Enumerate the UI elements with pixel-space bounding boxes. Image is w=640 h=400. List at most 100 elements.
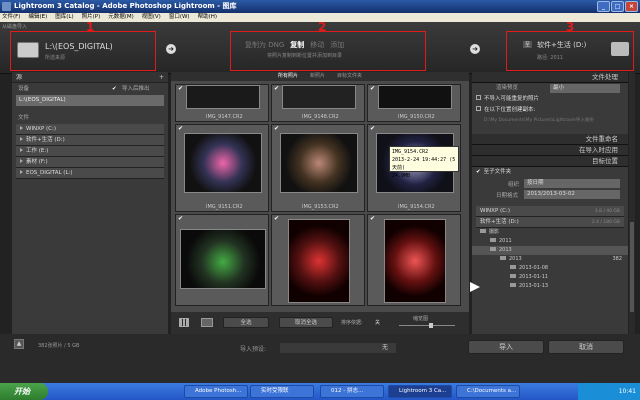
taskbar-item[interactable]: Adobe Photosh... [184,385,248,398]
photo-cell[interactable]: ✔ IMG_9153.CR2 [271,124,365,212]
photo-thumbnail[interactable] [184,133,262,193]
grid-view-icon[interactable] [179,318,189,327]
folder-tree-item[interactable]: 2013 382 [472,255,628,264]
apply-header[interactable]: 在导入时应用 [472,145,628,156]
menu-file[interactable]: 文件(F) [2,13,20,22]
photo-cell[interactable]: ✔ IMG_9150.CR2 [367,84,461,122]
photo-cell[interactable]: ✔ IMG_9151.CR2 [175,124,269,212]
drive-item[interactable]: 素材 (F:) [16,157,164,168]
photo-thumbnail[interactable] [280,133,358,193]
folder-label: 摄影 [489,229,500,235]
photo-checkbox[interactable]: ✔ [274,126,280,132]
loupe-view-icon[interactable] [201,318,213,327]
menu-help[interactable]: 帮助(H) [198,13,217,22]
drive-item[interactable]: WINXP (C:) [16,124,164,135]
mode-move[interactable]: 移动 [310,40,324,50]
import-button[interactable]: 导入 [468,340,544,354]
folder-tree-item[interactable]: 2011 [472,237,628,246]
taskbar-item[interactable]: 012 - 拼志... [320,385,384,398]
second-copy-row[interactable]: 在以下位置创建副本: [472,105,628,116]
menu-library[interactable]: 图库(L) [55,13,73,22]
mode-copy[interactable]: 复制 [290,40,304,50]
tab-new-photos[interactable]: 新照片 [310,72,325,81]
menu-metadata[interactable]: 元数据(M) [108,13,134,22]
photo-checkbox[interactable]: ✔ [178,126,184,132]
mode-dng[interactable]: 复制为 DNG [245,40,284,50]
dest-drive-item[interactable]: WINXP (C:) 3.8 / 40 GB [476,206,624,217]
photo-tooltip: IMG_9154.CR2 2013-2-24 19:44:27 (5 天前) 24.… [389,146,459,179]
tab-all-photos[interactable]: 所有照片 [278,72,298,81]
drive-item[interactable]: EOS_DIGITAL (L:) [16,168,164,179]
eos-device-item[interactable]: L:\(EOS_DIGITAL) [16,95,164,106]
folder-tree-item[interactable]: 2013 [472,246,628,255]
destination-header[interactable]: 目标位置 [472,156,628,167]
summary-text: 382张照片 / 5 GB [38,343,80,349]
mode-add[interactable]: 添加 [330,40,344,50]
minimize-button[interactable]: _ [597,1,610,12]
photo-checkbox[interactable]: ✔ [370,126,376,132]
photo-cell[interactable]: ✔ IMG_9147.CR2 [175,84,269,122]
photo-thumbnail[interactable] [288,219,350,303]
drive-item[interactable]: 工作 (E:) [16,146,164,157]
folder-tree-item[interactable]: 摄影 [472,228,628,237]
photo-filename: IMG_9151.CR2 [206,204,243,210]
photo-cell[interactable]: ✔ [175,214,269,306]
collapse-button[interactable]: ▲ [14,339,24,349]
photo-thumbnail[interactable] [186,85,260,109]
destination-box[interactable]: 至 软件+生活 (D:) 路径: 2011 [506,31,634,71]
drive-item[interactable]: 软件+生活 (D:) [16,135,164,146]
date-select[interactable]: 2013/2013-03-02 [524,190,620,199]
menu-window[interactable]: 窗口(W) [169,13,190,22]
arrow-right-icon: ➜ [166,44,176,54]
photo-cell[interactable]: ✔ [271,214,365,306]
check-all-button[interactable]: 全选 [223,317,269,328]
rename-header[interactable]: 文件重命名 [472,134,628,145]
photo-checkbox[interactable]: ✔ [274,86,280,92]
taskbar-item[interactable]: C:\Documents a... [456,385,520,398]
folder-tree-item[interactable]: 2013-01-08 [472,264,628,273]
folder-icon [510,274,516,278]
thumb-size-slider[interactable] [399,325,455,326]
mode-description: 将照片复制到新位置并添加到目录 [267,53,343,59]
maximize-button[interactable]: □ [611,1,624,12]
photo-thumbnail[interactable] [378,85,452,109]
photo-cell[interactable]: ✔ IMG_9148.CR2 [271,84,365,122]
slider-handle[interactable] [429,323,433,328]
photo-cell[interactable]: ✔ [367,214,461,306]
taskbar-item-active[interactable]: Lightroom 3 Ca... [388,385,452,398]
folder-tree-item[interactable]: 2013-01-13 [472,282,628,291]
photo-thumbnail[interactable] [180,229,266,289]
organize-select[interactable]: 按日期 [524,179,620,188]
menu-edit[interactable]: 编辑(E) [28,13,47,22]
menu-view[interactable]: 视图(V) [142,13,161,22]
uncheck-all-button[interactable]: 取消全选 [279,317,333,328]
folder-tree-item[interactable]: 2013-01-11 [472,273,628,282]
source-name: L:\(EOS_DIGITAL) [45,42,113,51]
photo-thumbnail[interactable] [282,85,356,109]
mode-box: 复制为 DNG 复制 移动 添加 将照片复制到新位置并添加到目录 [230,31,426,71]
taskbar-item[interactable]: 实时受限联 [250,385,314,398]
source-box[interactable]: L:\(EOS_DIGITAL) 所选来源 [10,31,156,71]
cancel-button[interactable]: 取消 [548,340,624,354]
tab-dest-folders[interactable]: 目标文件夹 [337,72,362,81]
date-label: 日期格式 [496,193,519,199]
file-handling-header[interactable]: 文件处理 [472,72,628,83]
dup-row[interactable]: 不导入可能重复的照片 [472,94,628,105]
photo-checkbox[interactable]: ✔ [370,86,376,92]
preview-select[interactable]: 最小 [550,84,620,93]
close-button[interactable]: × [625,1,638,12]
preset-select[interactable]: 无 [280,343,396,353]
photo-checkbox[interactable]: ✔ [274,216,280,222]
photo-checkbox[interactable]: ✔ [178,86,184,92]
eject-checkbox[interactable]: ✔ [112,83,117,95]
right-scrollbar[interactable] [629,72,635,334]
subfolder-row[interactable]: ✔ 至子文件夹 [472,167,628,178]
dest-drive-name: 软件+生活 (D:) [480,219,519,225]
photo-checkbox[interactable]: ✔ [178,216,184,222]
photo-checkbox[interactable]: ✔ [370,216,376,222]
dest-drive-item[interactable]: 软件+生活 (D:) 2.4 / 180 GB [476,217,624,228]
start-button[interactable]: 开始 [0,383,48,400]
folder-label: 2011 [499,238,512,244]
photo-thumbnail[interactable] [384,219,446,303]
sort-select[interactable]: 关 [375,319,380,326]
